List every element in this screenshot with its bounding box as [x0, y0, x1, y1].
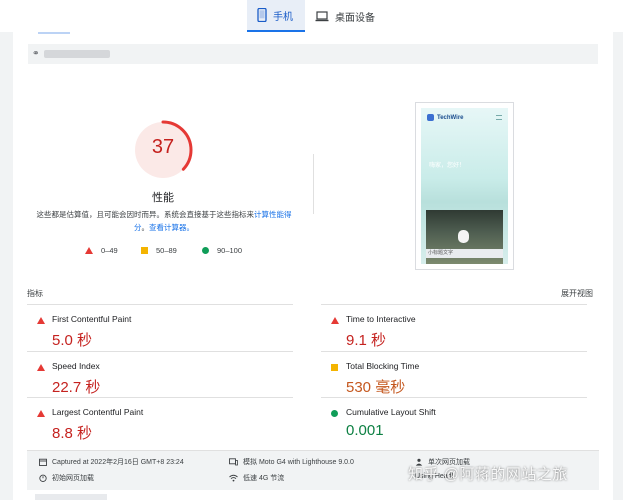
fail-triangle-icon — [85, 247, 93, 254]
performance-score: 37 — [151, 136, 175, 158]
metric-value: 9.1 秒 — [346, 332, 387, 349]
expand-view-toggle[interactable]: 展开视图 — [561, 288, 593, 299]
legend-fail-label: 0–49 — [101, 246, 118, 255]
emulated-device: 模拟 Moto G4 with Lighthouse 9.0.0 — [229, 457, 354, 467]
legend-average-label: 50–89 — [156, 246, 177, 255]
section-tab-indicator — [38, 32, 70, 34]
metric-tti: Time to Interactive 9.1 秒 — [321, 304, 587, 350]
brand-logo-icon — [427, 114, 434, 121]
url-bar[interactable]: ⚭ — [28, 44, 598, 64]
report-card: ⚭ 37 性能 这些都是估算值，且可能会因时而异。系统会直接基于这些指标来计算性… — [13, 32, 613, 500]
initial-load: 初始网页加载 — [39, 473, 94, 483]
average-square-icon — [331, 364, 338, 371]
metric-name: First Contentful Paint — [52, 314, 132, 324]
url-redacted — [44, 50, 110, 58]
metric-value: 0.001 — [346, 422, 384, 439]
metric-value: 530 毫秒 — [346, 379, 406, 396]
preview-brand: TechWire — [437, 114, 464, 121]
metric-name: Total Blocking Time — [346, 361, 420, 371]
menu-icon — [496, 115, 502, 120]
captured-text: Captured at 2022年2月16日 GMT+8 23:24 — [52, 459, 184, 466]
emulated-text: 模拟 Moto G4 with Lighthouse 9.0.0 — [243, 459, 354, 466]
fail-triangle-icon — [331, 317, 339, 324]
fail-triangle-icon — [37, 364, 45, 371]
metric-fcp: First Contentful Paint 5.0 秒 — [27, 304, 293, 350]
tab-desktop-label: 桌面设备 — [335, 12, 375, 24]
metric-name: Time to Interactive — [346, 314, 416, 324]
tab-mobile-label: 手机 — [273, 11, 293, 23]
fail-triangle-icon — [37, 410, 45, 417]
preview-hero-text: 嗨家，您好！ — [429, 163, 466, 169]
captured-at: Captured at 2022年2月16日 GMT+8 23:24 — [39, 457, 184, 467]
smartphone-icon — [257, 8, 267, 22]
screenshot-content: TechWire 嗨家，您好！ 小标题文字 — [421, 108, 508, 264]
metric-speed-index: Speed Index 22.7 秒 — [27, 351, 293, 397]
device-icon — [229, 458, 238, 466]
timer-icon — [39, 474, 47, 482]
legend-pass-label: 90–100 — [217, 246, 243, 255]
calendar-icon — [39, 458, 47, 466]
metrics-title: 指标 — [27, 289, 43, 298]
metric-value: 22.7 秒 — [52, 379, 101, 396]
metric-tbt: Total Blocking Time 530 毫秒 — [321, 351, 587, 397]
legend-fail: 0–49 — [85, 246, 118, 255]
performance-description: 这些都是估算值，且可能会因时而异。系统会直接基于这些指标来计算性能得分。查看计算… — [33, 208, 295, 234]
preview-caption: 小标题文字 — [426, 249, 503, 258]
metric-value: 5.0 秒 — [52, 332, 93, 349]
metric-name: Speed Index — [52, 361, 100, 371]
description-mid: 。 — [141, 223, 150, 232]
fail-triangle-icon — [37, 317, 45, 324]
legend-average: 50–89 — [141, 246, 177, 255]
average-square-icon — [141, 247, 148, 254]
throttling: 低速 4G 节流 — [229, 473, 284, 483]
metric-name: Largest Contentful Paint — [52, 407, 144, 417]
tab-mobile[interactable]: 手机 — [247, 0, 305, 32]
final-screenshot[interactable]: TechWire 嗨家，您好！ 小标题文字 — [415, 102, 514, 270]
legend-pass: 90–100 — [202, 246, 242, 255]
description-text: 这些都是估算值，且可能会因时而异。系统会直接基于这些指标来 — [36, 210, 255, 219]
wifi-icon — [229, 474, 238, 482]
device-tabs: 手机 桌面设备 — [0, 0, 623, 32]
link-icon: ⚭ — [32, 48, 40, 58]
tab-desktop[interactable]: 桌面设备 — [313, 0, 383, 32]
preview-logo: TechWire — [427, 114, 464, 121]
pass-circle-icon — [331, 410, 338, 417]
watermark: 知乎 @阿蒋的网站之旅 — [408, 466, 568, 483]
initial-load-text: 初始网页加载 — [52, 475, 94, 482]
metric-cls: Cumulative Layout Shift 0.001 — [321, 397, 587, 443]
metric-name: Cumulative Layout Shift — [346, 407, 436, 417]
divider — [313, 154, 314, 214]
calculator-link[interactable]: 查看计算器。 — [149, 223, 194, 232]
bottom-bar — [35, 494, 107, 500]
metric-value: 8.8 秒 — [52, 425, 93, 442]
laptop-icon — [315, 10, 329, 21]
metric-lcp: Largest Contentful Paint 8.8 秒 — [27, 397, 293, 443]
metrics-header: 指标 展开视图 — [27, 288, 599, 299]
apple-logo-icon — [458, 230, 469, 243]
throttling-text: 低速 4G 节流 — [243, 475, 285, 482]
pass-circle-icon — [202, 247, 209, 254]
performance-title: 性能 — [152, 192, 174, 204]
